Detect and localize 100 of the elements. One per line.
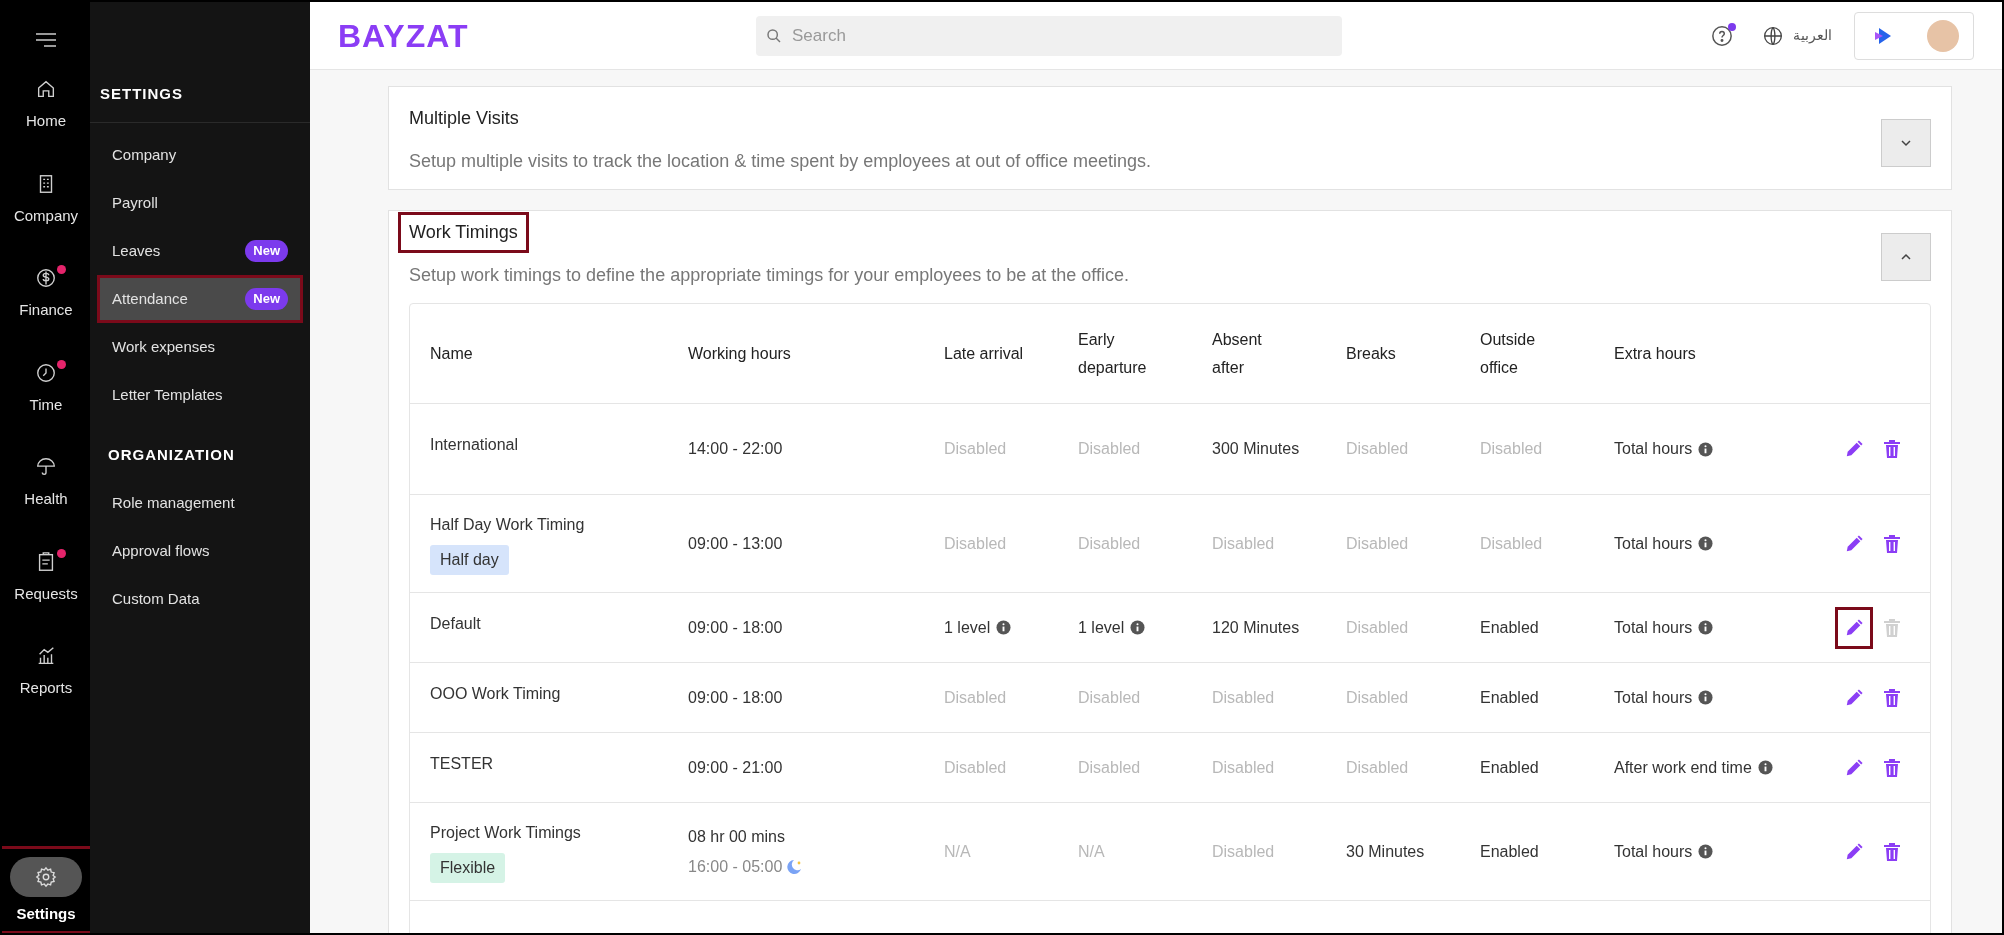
- table-cell-text: Disabled: [1212, 687, 1275, 708]
- info-icon[interactable]: [1757, 760, 1773, 775]
- table-cell-text: Disabled: [944, 533, 1007, 554]
- card-description: Setup multiple visits to track the location & time spent by employees at out of office meetings.: [409, 150, 1152, 173]
- table-cell-text: 08 hr 00 mins: [688, 826, 786, 847]
- table-cell-text: N/A: [1078, 841, 1105, 862]
- clock-icon: [35, 361, 57, 384]
- pencil-icon: [1845, 534, 1863, 553]
- table-cell-text: Disabled: [944, 757, 1007, 778]
- edit-button[interactable]: [1838, 609, 1870, 646]
- trash-icon: [1884, 440, 1900, 458]
- nav-item[interactable]: Finance: [6, 259, 86, 330]
- info-icon[interactable]: [1698, 620, 1714, 635]
- logo[interactable]: BAYZAT: [338, 11, 756, 60]
- settings-nav-item[interactable]: Settings: [2, 848, 90, 931]
- table-cell-text: Disabled: [1480, 533, 1543, 554]
- table-cell-text: Disabled: [1346, 533, 1409, 554]
- table-cell-text: Enabled: [1480, 841, 1540, 862]
- info-icon[interactable]: [996, 620, 1012, 635]
- table-cell-text: 16:00 - 05:00: [688, 856, 783, 877]
- sidebar-item[interactable]: Role management: [100, 482, 300, 524]
- sidebar-item[interactable]: Custom Data: [100, 578, 300, 620]
- table-cell-text: Disabled: [1078, 687, 1141, 708]
- new-badge: New: [245, 288, 288, 310]
- table-cell-text: 09:00 - 21:00: [688, 757, 783, 778]
- table-cell-text: Default: [430, 613, 481, 634]
- table-cell-text: Disabled: [1346, 687, 1409, 708]
- info-icon[interactable]: [1698, 690, 1714, 705]
- table-cell-text: Total hours: [1614, 439, 1693, 459]
- search-field[interactable]: Search: [756, 15, 1342, 56]
- settings-icon: [35, 865, 57, 888]
- nav-item[interactable]: Reports: [6, 637, 86, 708]
- table-cell-text: Disabled: [1078, 757, 1141, 778]
- table-cell-text: Disabled: [1346, 757, 1409, 778]
- column-header: Late arrival: [944, 343, 1025, 364]
- dollar-coin-icon: [35, 267, 57, 289]
- column-header: Extra hours: [1614, 343, 1697, 364]
- table-cell-text: Total hours: [1614, 841, 1693, 862]
- table-cell-text: Total hours: [1614, 533, 1693, 554]
- table-cell-text: OOO Work Timing: [430, 683, 561, 704]
- menu-icon[interactable]: [34, 32, 58, 48]
- column-header: Outside office: [1480, 329, 1537, 378]
- info-icon[interactable]: [1698, 844, 1714, 859]
- sidebar-item[interactable]: Attendance New: [100, 278, 300, 320]
- nav-item[interactable]: Health: [6, 448, 86, 519]
- table-cell-text: 14:00 - 22:00: [688, 439, 783, 459]
- nav-item[interactable]: Time: [6, 353, 86, 424]
- table-cell-text: Disabled: [1212, 757, 1275, 778]
- table-cell-text: Enabled: [1480, 687, 1540, 708]
- table-cell-text: TESTER: [430, 753, 494, 774]
- tag: Half day: [430, 544, 509, 575]
- column-header: Working hours: [688, 343, 792, 364]
- card-title: Multiple Visits: [408, 107, 520, 130]
- info-icon[interactable]: [1130, 620, 1146, 635]
- language-link[interactable]: العربية: [1793, 25, 1832, 46]
- sidebar-item[interactable]: Payroll: [100, 182, 300, 224]
- help-icon[interactable]: [1711, 24, 1733, 47]
- table-cell-text: Project Work Timings: [430, 822, 581, 843]
- section-title: SETTINGS: [100, 85, 183, 102]
- pencil-icon: [1845, 688, 1863, 707]
- nav-item[interactable]: Company: [6, 164, 86, 235]
- column-header: Absent after: [1212, 329, 1263, 378]
- sidebar-item[interactable]: Letter Templates: [100, 374, 300, 416]
- sidebar-item[interactable]: Company: [100, 134, 300, 176]
- sidebar-item[interactable]: Leaves New: [100, 230, 300, 272]
- table-cell-text: Disabled: [1212, 533, 1275, 554]
- section-title: ORGANIZATION: [108, 446, 235, 463]
- table-cell-text: Disabled: [944, 439, 1007, 459]
- table-cell-text: 09:00 - 13:00: [688, 533, 783, 554]
- info-icon[interactable]: [1698, 536, 1714, 551]
- table-cell-text: Total hours: [1614, 617, 1693, 638]
- card-title: Work Timings: [401, 215, 526, 250]
- table-cell-text: Disabled: [1480, 439, 1543, 459]
- table-cell-text: 09:00 - 18:00: [688, 617, 783, 638]
- nav-item[interactable]: Requests: [6, 542, 86, 613]
- sidebar-item[interactable]: Approval flows: [100, 530, 300, 572]
- table-cell-text: Enabled: [1480, 617, 1540, 638]
- new-badge: New: [245, 240, 288, 262]
- table-cell-text: International: [430, 435, 519, 455]
- account-menu[interactable]: [1854, 11, 1974, 60]
- nav-item[interactable]: Home: [6, 70, 86, 141]
- table-cell-text: N/A: [944, 841, 971, 862]
- expand-toggle[interactable]: [1881, 119, 1931, 167]
- pencil-icon: [1845, 440, 1863, 458]
- table-cell-text: 30 Minutes: [1346, 841, 1426, 862]
- column-header: Name: [430, 343, 474, 364]
- avatar: [1927, 19, 1959, 52]
- table-cell-text: Disabled: [1078, 533, 1141, 554]
- expand-toggle[interactable]: [1881, 233, 1931, 281]
- column-header: Breaks: [1346, 343, 1397, 364]
- pencil-icon: [1845, 618, 1863, 637]
- info-icon[interactable]: [1698, 441, 1714, 457]
- sidebar-item[interactable]: Work expenses: [100, 326, 300, 368]
- table-cell-text: Total hours: [1614, 687, 1693, 708]
- globe-icon[interactable]: [1763, 25, 1783, 46]
- table-cell-text: Disabled: [1078, 439, 1141, 459]
- table-cell-text: 1 level: [944, 617, 991, 638]
- table-cell-text: Disabled: [1212, 841, 1275, 862]
- table-cell-text: After work end time: [1614, 757, 1752, 778]
- table-cell-text: Disabled: [1346, 439, 1409, 459]
